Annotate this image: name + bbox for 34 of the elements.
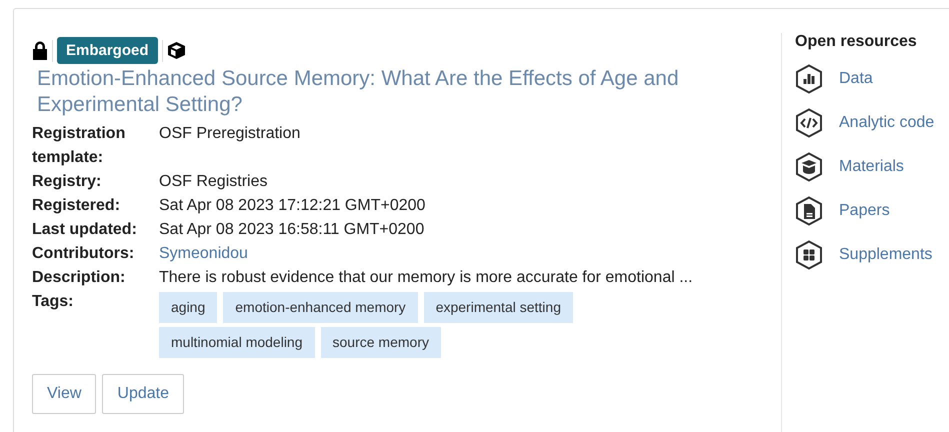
tag[interactable]: aging (159, 292, 218, 323)
field-label: Registration template: (32, 124, 126, 168)
tag[interactable]: emotion-enhanced memory (223, 292, 418, 323)
resource-link[interactable]: Supplements (839, 246, 932, 264)
field-label: Description: (32, 268, 126, 288)
grid-icon (795, 240, 823, 270)
field-label: Last updated: (32, 220, 138, 240)
resource-link[interactable]: Materials (839, 158, 904, 176)
resource-link[interactable]: Papers (839, 202, 890, 220)
field-label: Contributors: (32, 244, 136, 264)
registration-title[interactable]: Emotion-Enhanced Source Memory: What Are the Effects of Age and Experimental Setting? (32, 66, 763, 118)
field-label: Tags: (32, 292, 74, 312)
status-badge: Embargoed (57, 37, 158, 64)
document-icon (795, 196, 823, 226)
tag[interactable]: multinomial modeling (159, 327, 315, 358)
field-label: Registry: (32, 172, 102, 192)
tag[interactable]: experimental setting (424, 292, 573, 323)
field-value: OSF Registries (159, 172, 268, 192)
resource-link[interactable]: Analytic code (839, 114, 934, 132)
bar-chart-icon (795, 64, 823, 94)
tag[interactable]: source memory (320, 327, 441, 358)
field-label: Registered: (32, 196, 122, 216)
field-value: OSF Preregistration (159, 124, 302, 144)
action-button[interactable]: Update (102, 374, 184, 414)
field-value: Sat Apr 08 2023 16:58:11 GMT+0200 (159, 220, 426, 240)
code-icon (795, 108, 823, 138)
lock-icon (32, 41, 48, 60)
action-button[interactable]: View (32, 374, 96, 414)
section-heading: Open resources (795, 33, 918, 51)
cube-icon (166, 41, 186, 60)
contributor-link[interactable]: Symeonidou (159, 242, 763, 266)
field-value: Sat Apr 08 2023 17:12:21 GMT+0200 (159, 196, 426, 216)
resource-link[interactable]: Data (839, 70, 873, 88)
field-value: There is robust evidence that our memory is more accurate for emotional ... (159, 268, 694, 288)
